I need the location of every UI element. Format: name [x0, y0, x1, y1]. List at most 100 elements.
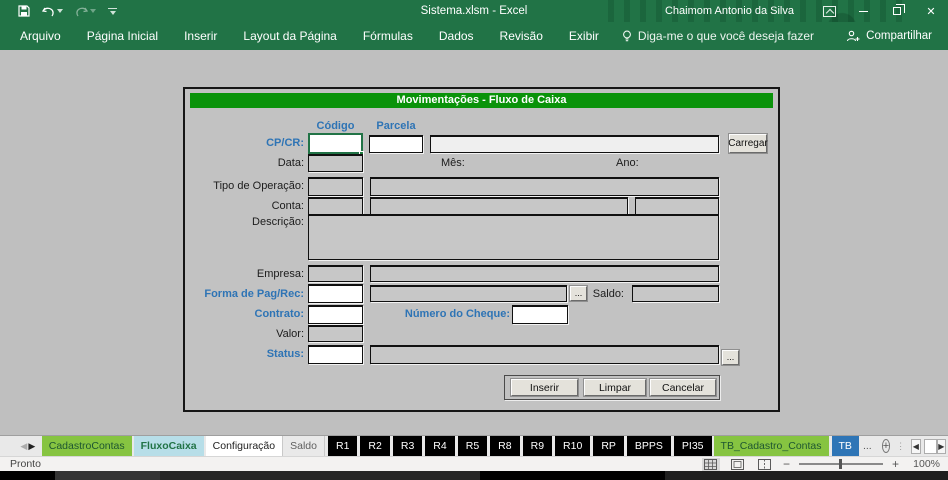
- label-empresa: Empresa:: [189, 268, 304, 280]
- label-ano: Ano:: [616, 157, 656, 169]
- inserir-button[interactable]: Inserir: [511, 379, 578, 396]
- sheet-tab-r5[interactable]: R5: [458, 436, 487, 457]
- sheet-tab-cadastrocontas[interactable]: CadastroContas: [42, 436, 132, 457]
- sheet-tab-rp[interactable]: RP: [593, 436, 624, 457]
- taskbar-sliver: [0, 471, 948, 480]
- user-name: Chaimom Antonio da Silva: [665, 5, 794, 17]
- sheet-tab-tb-cadastro-contas[interactable]: TB_Cadastro_Contas: [714, 436, 829, 457]
- share-label: Compartilhar: [866, 30, 932, 42]
- hscroll-left-icon[interactable]: ◀: [911, 439, 920, 454]
- minimize-button[interactable]: [846, 0, 880, 22]
- sheet-tab-r2[interactable]: R2: [360, 436, 389, 457]
- label-contrato: Contrato:: [189, 308, 304, 320]
- status-mode: Pronto: [0, 458, 41, 470]
- share-button[interactable]: Compartilhar: [846, 30, 948, 42]
- ribbon-tab-inserir[interactable]: Inserir: [171, 22, 230, 50]
- undo-dropdown-icon[interactable]: [57, 9, 63, 13]
- sheet-tab-configuracao[interactable]: Configuração: [206, 436, 282, 457]
- userform-title-bar: Movimentações - Fluxo de Caixa: [190, 93, 773, 108]
- status-bar: Pronto − + 100%: [0, 456, 948, 471]
- ribbon-display-options-icon: [823, 6, 836, 17]
- redo-dropdown-icon[interactable]: [90, 9, 96, 13]
- sheet-tab-r8[interactable]: R8: [490, 436, 519, 457]
- sheet-nav-left-icon[interactable]: ◀: [20, 441, 28, 452]
- status-codigo-input[interactable]: [308, 345, 363, 364]
- tipo-operacao-codigo-input[interactable]: [308, 177, 363, 196]
- empresa-descricao-input[interactable]: [370, 265, 719, 282]
- empresa-codigo-input[interactable]: [308, 265, 363, 282]
- sheet-tab-fluxocaixa[interactable]: FluxoCaixa: [134, 436, 204, 457]
- restore-icon: [893, 7, 901, 15]
- sheet-tab-saldo[interactable]: Saldo: [282, 436, 325, 457]
- cpcr-parcela-input[interactable]: [369, 135, 423, 153]
- label-descricao: Descrição:: [189, 216, 304, 228]
- ribbon-display-options-button[interactable]: [812, 0, 846, 22]
- label-conta: Conta:: [189, 200, 304, 212]
- status-descricao-input[interactable]: [370, 345, 719, 364]
- ribbon-tab-revisao[interactable]: Revisão: [487, 22, 556, 50]
- quick-access-toolbar: [18, 0, 117, 22]
- column-header-parcela: Parcela: [369, 120, 423, 132]
- zoom-out-icon[interactable]: −: [783, 457, 790, 471]
- contrato-input[interactable]: [308, 305, 363, 324]
- label-numero-cheque: Número do Cheque:: [385, 308, 510, 320]
- valor-input[interactable]: [308, 325, 363, 342]
- tell-me-label: Diga-me o que você deseja fazer: [638, 29, 814, 43]
- save-icon[interactable]: [18, 5, 30, 17]
- sheet-tab-r4[interactable]: R4: [425, 436, 454, 457]
- sheet-tab-r1[interactable]: R1: [328, 436, 357, 457]
- label-forma-pag-rec: Forma de Pag/Rec:: [189, 288, 304, 300]
- lightbulb-icon: [622, 30, 632, 43]
- workspace: Movimentações - Fluxo de Caixa Código Pa…: [0, 50, 948, 435]
- sheet-tab-tb[interactable]: TB: [832, 436, 859, 457]
- zoom-in-icon[interactable]: +: [892, 457, 899, 471]
- ribbon-tab-exibir[interactable]: Exibir: [556, 22, 612, 50]
- tell-me-box[interactable]: Diga-me o que você deseja fazer: [612, 29, 814, 43]
- hscroll-right-icon[interactable]: ▶: [937, 439, 946, 454]
- data-input[interactable]: [308, 154, 363, 172]
- label-cpcr: CP/CR:: [189, 137, 304, 149]
- label-saldo: Saldo:: [558, 288, 624, 300]
- restore-button[interactable]: [880, 0, 914, 22]
- cancelar-button[interactable]: Cancelar: [650, 379, 716, 396]
- ribbon-tab-pagina-inicial[interactable]: Página Inicial: [74, 22, 171, 50]
- undo-icon[interactable]: [42, 6, 63, 17]
- sheet-tab-bpps[interactable]: BPPS: [627, 436, 671, 457]
- forma-pag-rec-codigo-input[interactable]: [308, 284, 363, 303]
- page-break-view-icon[interactable]: [756, 458, 774, 471]
- cpcr-descricao-input[interactable]: [430, 135, 719, 153]
- carregar-button[interactable]: Carregar: [729, 134, 767, 153]
- sheet-nav-right-icon[interactable]: ▶: [28, 441, 36, 452]
- zoom-slider-thumb[interactable]: [839, 459, 843, 469]
- title-bar: Sistema.xlsm - Excel Chaimom Antonio da …: [0, 0, 948, 22]
- new-sheet-icon[interactable]: +: [882, 439, 890, 453]
- ribbon-tab-dados[interactable]: Dados: [426, 22, 487, 50]
- normal-view-icon[interactable]: [702, 458, 720, 471]
- close-button[interactable]: [914, 0, 948, 22]
- numero-cheque-input[interactable]: [512, 305, 568, 324]
- sheet-tab-r9[interactable]: R9: [523, 436, 552, 457]
- forma-pag-rec-descricao-input[interactable]: [370, 285, 567, 302]
- redo-icon[interactable]: [75, 6, 96, 17]
- descricao-textarea[interactable]: [308, 214, 719, 260]
- ribbon-tab-layout-da-pagina[interactable]: Layout da Página: [230, 22, 349, 50]
- close-icon: [926, 5, 935, 18]
- zoom-slider[interactable]: [799, 463, 883, 465]
- zoom-level[interactable]: 100%: [908, 458, 940, 470]
- ribbon-tab-bar: Arquivo Página Inicial Inserir Layout da…: [0, 22, 948, 50]
- hscroll-thumb[interactable]: [924, 439, 937, 454]
- sheet-tab-pi35[interactable]: PI35: [674, 436, 712, 457]
- customize-qat-icon[interactable]: [108, 8, 117, 15]
- label-valor: Valor:: [189, 328, 304, 340]
- sheet-tab-r10[interactable]: R10: [555, 436, 590, 457]
- ribbon-tab-arquivo[interactable]: Arquivo: [0, 22, 74, 50]
- limpar-button[interactable]: Limpar: [584, 379, 646, 396]
- sheet-tab-r3[interactable]: R3: [393, 436, 422, 457]
- ribbon-tab-formulas[interactable]: Fórmulas: [350, 22, 426, 50]
- cpcr-codigo-input[interactable]: [308, 133, 363, 154]
- tipo-operacao-descricao-input[interactable]: [370, 177, 719, 196]
- saldo-input[interactable]: [632, 285, 719, 302]
- label-data: Data:: [189, 157, 304, 169]
- status-browse-button[interactable]: ...: [722, 350, 739, 365]
- page-layout-view-icon[interactable]: [729, 458, 747, 471]
